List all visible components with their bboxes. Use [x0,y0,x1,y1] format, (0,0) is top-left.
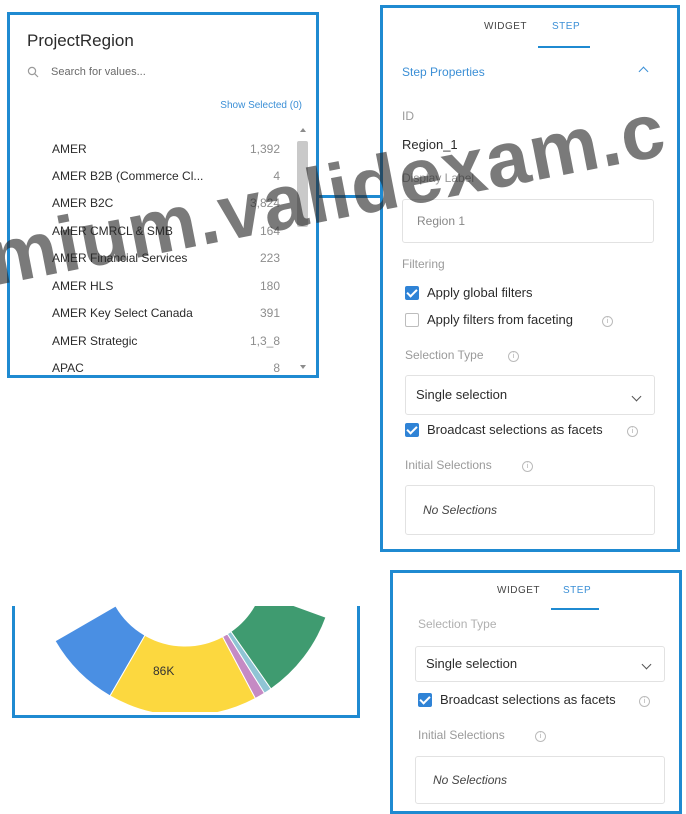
checkbox-checked-icon[interactable] [418,693,432,707]
list-item[interactable]: AMER CMRCL & SMB 164 [10,221,300,241]
list-item-count: 391 [259,306,280,320]
info-icon[interactable]: i [535,731,546,742]
scroll-up-arrow-icon[interactable] [300,128,306,132]
list-item-count: 3,824 [249,196,280,210]
tab-bar: WIDGET STEP [393,573,679,613]
active-tab-indicator [538,46,590,48]
display-label-value: Region 1 [417,214,466,228]
checkbox-checked-icon[interactable] [405,286,419,300]
chevron-down-icon[interactable] [631,391,642,402]
connector-line [319,195,383,198]
list-item-name: AMER CMRCL & SMB [52,224,173,238]
selection-type-value: Single selection [426,656,518,671]
initial-selections-box[interactable]: No Selections [405,485,655,535]
list-item-name: AMER Key Select Canada [52,306,193,320]
apply-faceting-filters-label: Apply filters from faceting [427,312,573,327]
list-item-name: APAC [52,361,84,375]
show-selected-link[interactable]: Show Selected (0) [220,100,302,111]
list-widget-panel: ProjectRegion Show Selected (0) AMER 1,3… [7,12,319,378]
no-selections-text: No Selections [423,503,498,517]
list-item-name: AMER B2B (Commerce Cl... [52,169,204,183]
list-scrollbar[interactable] [297,128,309,373]
list-item[interactable]: AMER B2C 3,824 [10,193,300,213]
list-item-count: 164 [259,224,280,238]
no-selections-text: No Selections [433,773,508,787]
info-icon[interactable]: i [627,426,638,437]
info-icon[interactable]: i [508,351,519,362]
checkbox-unchecked-icon[interactable] [405,313,419,327]
donut-segment-label: 86K [153,664,175,678]
chevron-up-icon[interactable] [638,66,649,77]
tab-widget[interactable]: WIDGET [484,21,527,32]
list-item[interactable]: AMER B2B (Commerce Cl... 4 [10,166,300,186]
apply-global-filters-label: Apply global filters [427,285,533,300]
list-item-count: 180 [259,279,280,293]
selection-type-select[interactable]: Single selection [405,375,655,415]
scroll-down-arrow-icon[interactable] [300,365,306,369]
step-properties-panel-2: WIDGET STEP Selection Type Single select… [390,570,682,814]
id-value: Region_1 [402,137,458,152]
info-icon[interactable]: i [522,461,533,472]
list-item-name: AMER [52,142,87,156]
info-icon[interactable]: i [639,696,650,707]
list-item[interactable]: AMER Strategic 1,3_8 [10,331,300,351]
selection-type-select[interactable]: Single selection [415,646,665,682]
chart-panel: 86K [12,606,360,718]
tab-step[interactable]: STEP [563,585,591,596]
broadcast-selections-label: Broadcast selections as facets [440,692,616,707]
chevron-down-icon[interactable] [641,659,652,670]
selection-type-value: Single selection [416,387,508,402]
list-item-count: 8 [273,361,280,375]
initial-selections-box[interactable]: No Selections [415,756,665,804]
display-label-label: Display Label [402,171,475,185]
initial-selections-label: Initial Selections [405,458,492,472]
section-title[interactable]: Step Properties [402,65,485,79]
list-item[interactable]: AMER Financial Services 223 [10,248,300,268]
search-input[interactable] [49,65,293,79]
list-item-count: 223 [259,251,280,265]
list-item[interactable]: AMER Key Select Canada 391 [10,303,300,323]
selection-type-label: Selection Type [418,617,497,631]
initial-selections-label: Initial Selections [418,728,505,742]
id-label: ID [402,109,414,123]
step-properties-panel: WIDGET STEP Step Properties ID Region_1 … [380,5,680,552]
active-tab-indicator [551,608,599,610]
search-row [27,65,297,85]
list-item[interactable]: APAC 8 [10,358,300,375]
donut-chart [54,606,327,712]
info-icon[interactable]: i [602,316,613,327]
checkbox-checked-icon[interactable] [405,423,419,437]
list-item-count: 1,392 [249,142,280,156]
list-item[interactable]: AMER 1,392 [10,139,300,159]
tab-bar: WIDGET STEP [383,8,677,48]
list-item-name: AMER HLS [52,279,114,293]
list-item-name: AMER Financial Services [52,251,188,265]
list-item-count: 4 [273,169,280,183]
display-label-input[interactable]: Region 1 [402,199,654,243]
tab-widget[interactable]: WIDGET [497,585,540,596]
search-icon [27,66,39,78]
list-item-name: AMER B2C [52,196,114,210]
list-item[interactable]: AMER HLS 180 [10,276,300,296]
scroll-thumb[interactable] [297,141,308,227]
list-item-count: 1,3_8 [249,334,280,348]
broadcast-selections-label: Broadcast selections as facets [427,422,603,437]
filtering-label: Filtering [402,257,445,271]
list-title: ProjectRegion [27,31,134,50]
list-item-name: AMER Strategic [52,334,138,348]
tab-step[interactable]: STEP [552,21,580,32]
selection-type-label: Selection Type [405,348,484,362]
